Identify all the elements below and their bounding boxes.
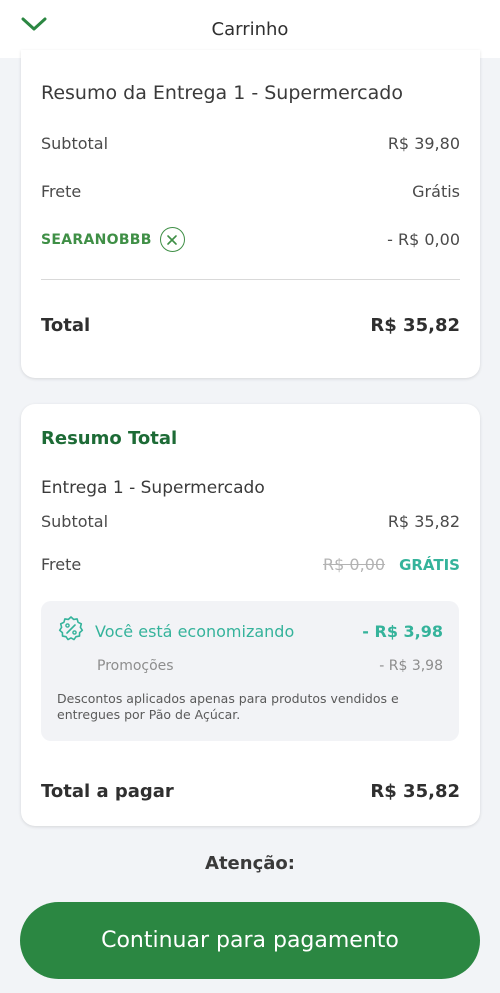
summary-shipping-row: Frete R$ 0,00 GRÁTIS (41, 555, 460, 574)
grand-total-row: Total a pagar R$ 35,82 (41, 781, 460, 802)
subtotal-value: R$ 39,80 (387, 134, 460, 153)
shipping-label: Frete (41, 182, 82, 201)
discount-badge-icon (57, 615, 85, 647)
shipping-free-badge: GRÁTIS (399, 556, 460, 574)
coupon-code: SEARANOBBB (41, 231, 152, 248)
remove-coupon-button[interactable] (159, 227, 185, 252)
attention-heading: Atenção: (205, 853, 295, 874)
delivery-summary-card: Resumo da Entrega 1 - Supermercado Subto… (21, 50, 480, 378)
shipping-value: Grátis (412, 182, 460, 201)
promotions-row: Promoções - R$ 3,98 (97, 658, 443, 674)
subtotal-row: Subtotal R$ 39,80 (41, 134, 460, 153)
delivery-name: Entrega 1 - Supermercado (41, 478, 265, 498)
coupon-value: - R$ 0,00 (387, 230, 460, 249)
shipping-price: R$ 0,00 GRÁTIS (323, 555, 460, 574)
divider (41, 279, 460, 280)
savings-header: Você está economizando - R$ 3,98 (57, 615, 443, 647)
summary-subtotal-label: Subtotal (41, 512, 109, 531)
coupon-row: SEARANOBBB - R$ 0,00 (41, 227, 460, 252)
delivery-summary-title: Resumo da Entrega 1 - Supermercado (41, 82, 403, 104)
total-summary-card: Resumo Total Entrega 1 - Supermercado Su… (21, 404, 480, 826)
grand-total-value: R$ 35,82 (370, 781, 460, 802)
subtotal-label: Subtotal (41, 134, 109, 153)
close-icon (167, 234, 178, 245)
savings-title: Você está economizando (95, 621, 295, 641)
grand-total-label: Total a pagar (41, 781, 174, 802)
summary-subtotal-row: Subtotal R$ 35,82 (41, 512, 460, 531)
delivery-total-value: R$ 35,82 (370, 315, 460, 336)
summary-shipping-label: Frete (41, 555, 82, 574)
savings-amount: - R$ 3,98 (362, 621, 443, 641)
delivery-total-label: Total (41, 315, 91, 336)
shipping-row: Frete Grátis (41, 182, 460, 201)
summary-subtotal-value: R$ 35,82 (387, 512, 460, 531)
total-summary-title: Resumo Total (41, 428, 178, 449)
discount-note: Descontos aplicados apenas para produtos… (57, 691, 399, 722)
savings-box: Você está economizando - R$ 3,98 Promoçõ… (41, 601, 459, 741)
collapse-button[interactable] (14, 10, 54, 42)
page-title: Carrinho (211, 18, 289, 40)
coupon: SEARANOBBB (41, 227, 185, 252)
continue-to-payment-button[interactable]: Continuar para pagamento (20, 902, 480, 979)
promotions-label: Promoções (97, 658, 174, 674)
shipping-old-price: R$ 0,00 (323, 555, 386, 574)
total-summary-header: Resumo Total (41, 428, 460, 449)
promotions-value: - R$ 3,98 (379, 658, 443, 674)
chevron-down-icon (21, 16, 47, 36)
delivery-total-row: Total R$ 35,82 (41, 315, 460, 336)
